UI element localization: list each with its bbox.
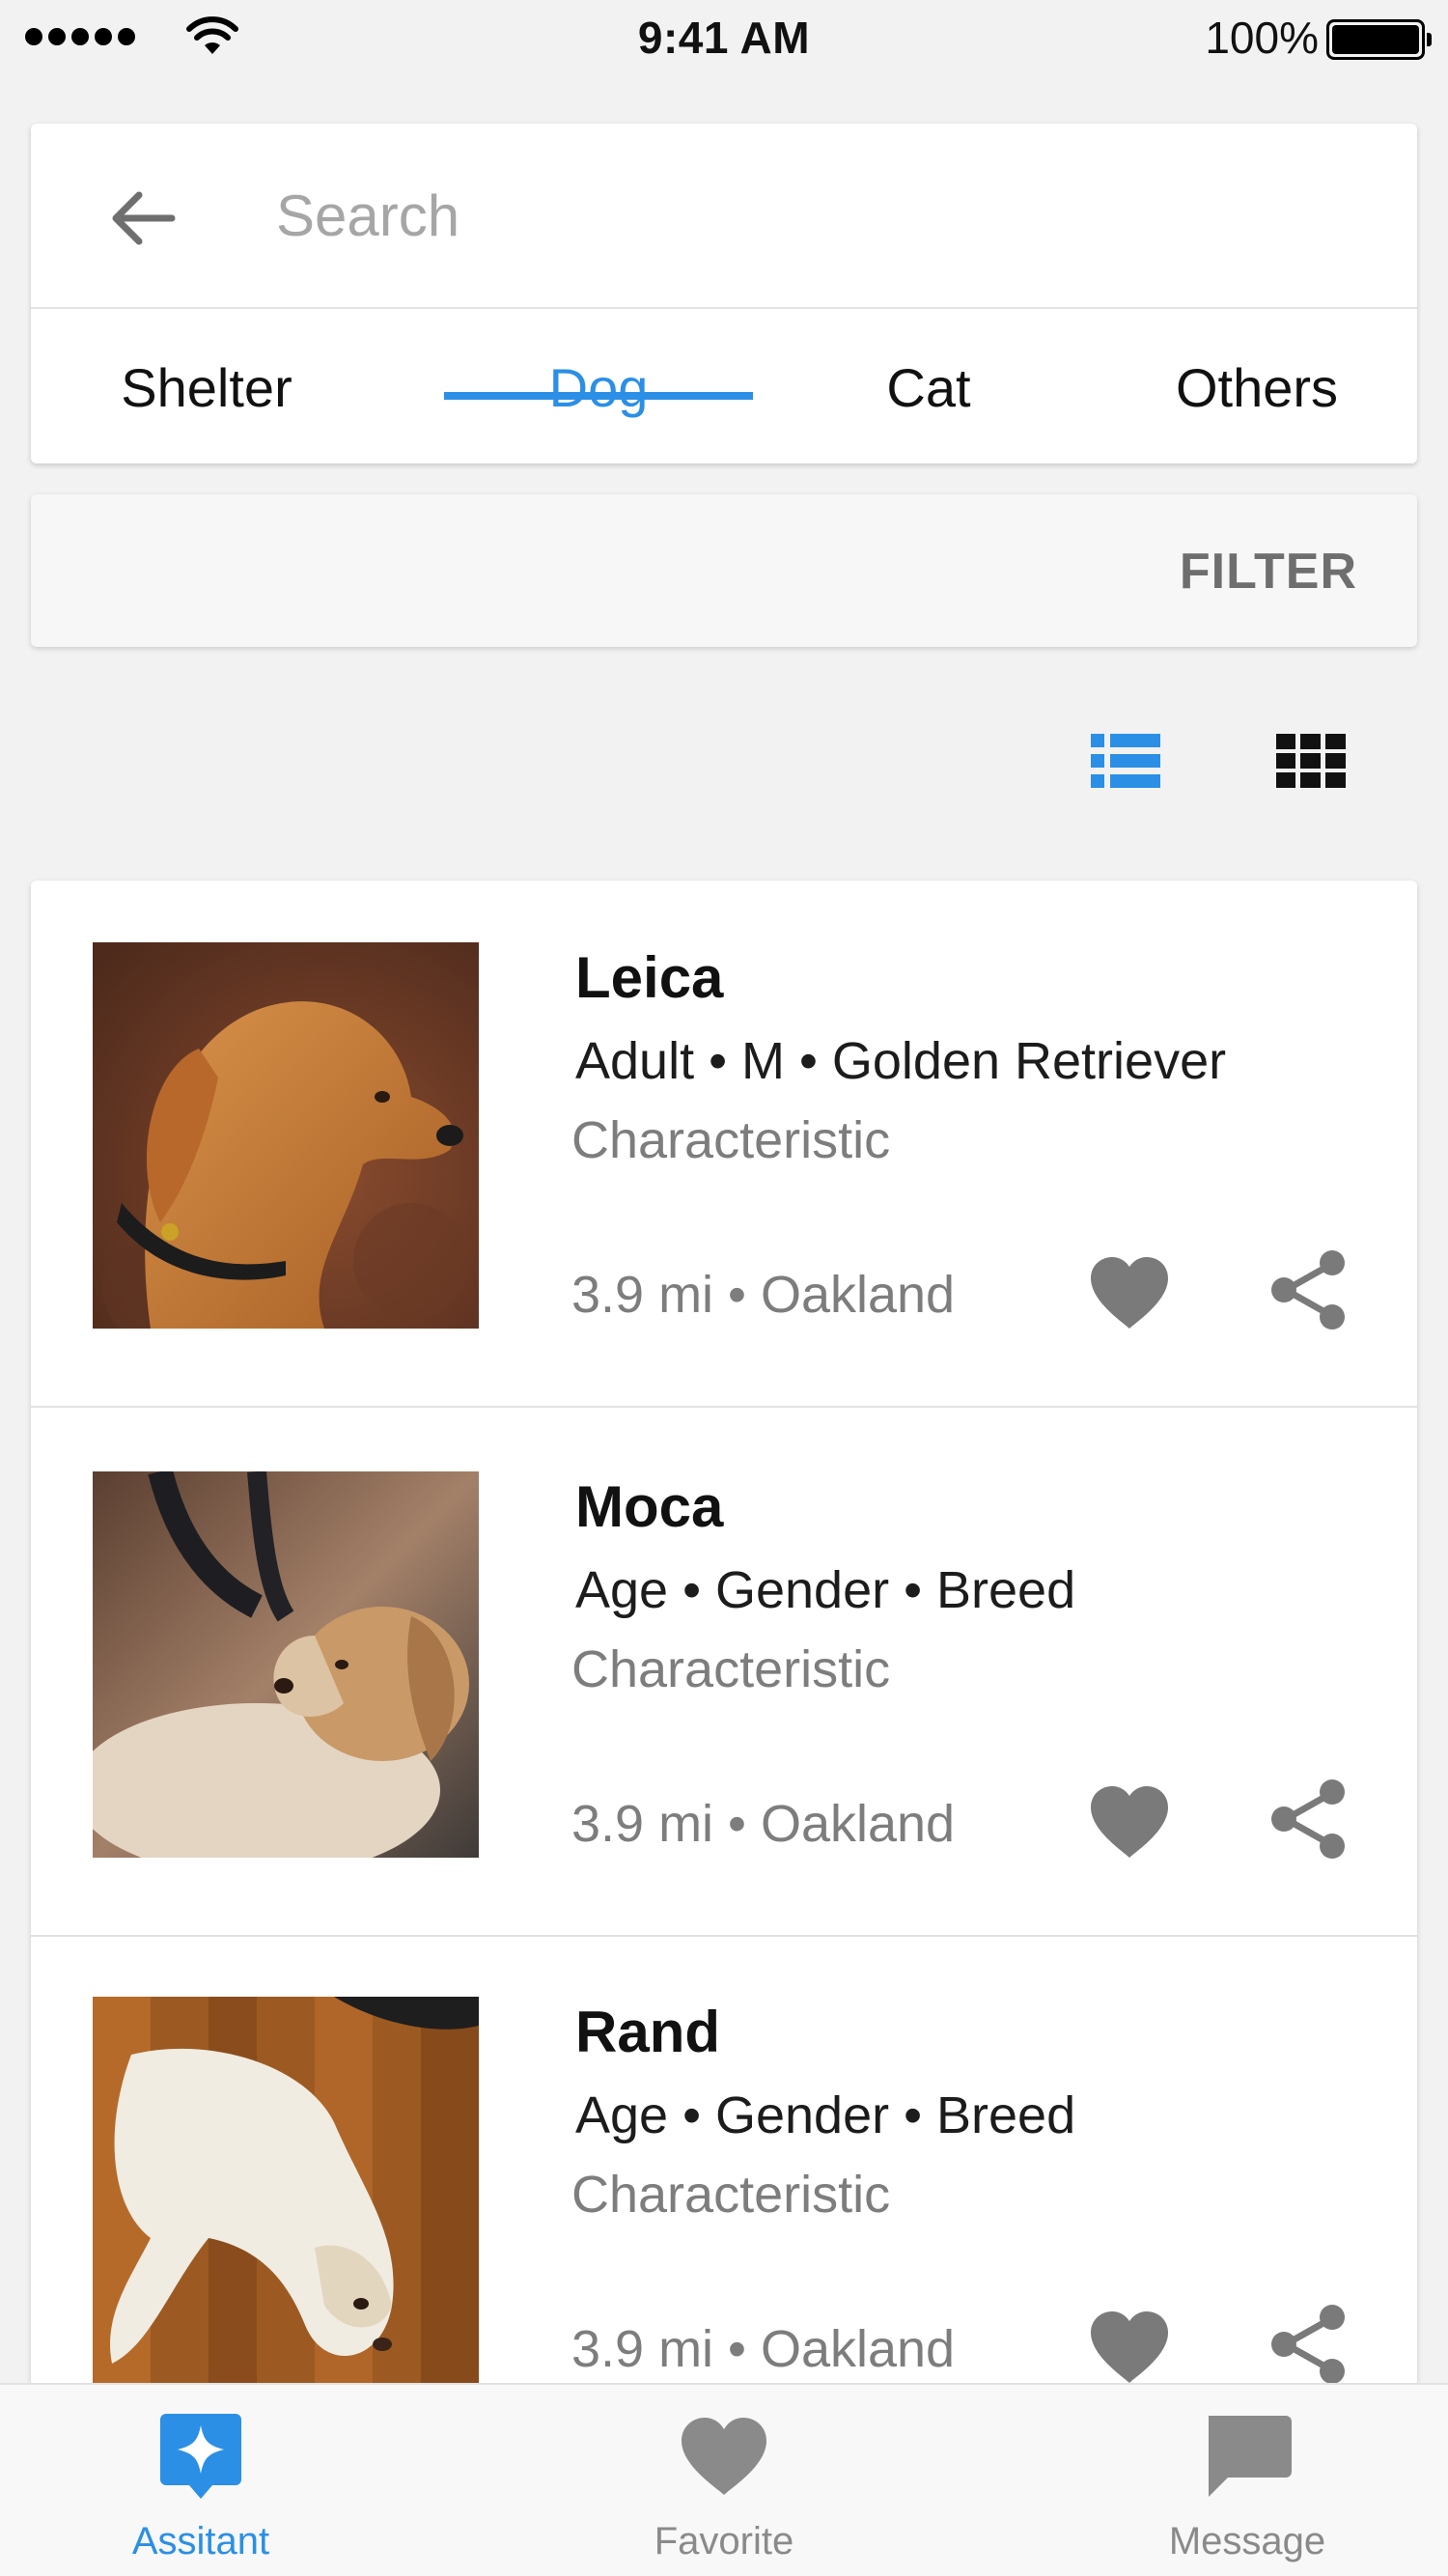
nav-assistant[interactable]: Assitant xyxy=(56,2385,346,2576)
search-card: Shelter Dog Cat Others xyxy=(31,124,1417,463)
list-item[interactable]: Leica Adult • M • Golden Retriever Chara… xyxy=(31,881,1417,1408)
pet-characteristic: Characteristic xyxy=(571,1640,891,1698)
share-icon[interactable] xyxy=(1263,1244,1355,1336)
bottom-navigation: Assitant Favorite Message xyxy=(0,2383,1448,2576)
pet-photo xyxy=(93,1471,479,1858)
list-item[interactable]: Rand Age • Gender • Breed Characteristic… xyxy=(31,1935,1417,2425)
heart-icon[interactable] xyxy=(1085,1778,1174,1867)
grid-view-icon[interactable] xyxy=(1276,732,1346,790)
share-icon[interactable] xyxy=(1263,1773,1355,1865)
nav-favorite[interactable]: Favorite xyxy=(579,2385,869,2576)
share-icon[interactable] xyxy=(1263,2298,1355,2391)
nav-label: Assitant xyxy=(131,2520,270,2562)
filter-bar: FILTER xyxy=(31,494,1417,647)
battery-icon xyxy=(1326,19,1432,60)
search-row xyxy=(31,124,1417,309)
message-icon xyxy=(1209,2416,1292,2497)
nav-label: Message xyxy=(1168,2520,1326,2562)
battery-percentage: 100% xyxy=(1205,13,1319,63)
tab-shelter[interactable]: Shelter xyxy=(52,311,361,463)
nav-label: Favorite xyxy=(654,2520,794,2562)
active-tab-indicator xyxy=(444,392,753,400)
status-bar: 9:41 AM 100% xyxy=(0,0,1448,77)
pet-info: Age • Gender • Breed xyxy=(575,2086,1076,2144)
pet-characteristic: Characteristic xyxy=(571,1111,891,1169)
pet-name: Rand xyxy=(575,2000,720,2064)
heart-icon xyxy=(682,2418,766,2495)
tab-others[interactable]: Others xyxy=(1093,311,1421,463)
pet-location: 3.9 mi • Oakland xyxy=(571,2320,956,2378)
pet-photo xyxy=(93,942,479,1329)
nav-message[interactable]: Message xyxy=(1102,2385,1392,2576)
category-tabs: Shelter Dog Cat Others xyxy=(31,311,1417,463)
pet-photo xyxy=(93,1997,479,2383)
app-screen: 9:41 AM 100% Shelter Dog Cat Others FILT… xyxy=(0,0,1448,2576)
arrow-left-icon[interactable] xyxy=(104,180,181,257)
heart-icon[interactable] xyxy=(1085,1249,1174,1338)
assistant-sparkle-icon xyxy=(160,2414,241,2499)
pet-characteristic: Characteristic xyxy=(571,2166,891,2224)
pet-location: 3.9 mi • Oakland xyxy=(571,1266,956,1324)
pet-info: Age • Gender • Breed xyxy=(575,1561,1076,1619)
tab-dog[interactable]: Dog xyxy=(444,311,753,463)
pet-info: Adult • M • Golden Retriever xyxy=(575,1032,1227,1090)
filter-button[interactable]: FILTER xyxy=(1180,543,1357,601)
pet-name: Leica xyxy=(575,945,724,1010)
search-input[interactable] xyxy=(276,162,1338,268)
list-view-icon[interactable] xyxy=(1091,732,1160,790)
pet-name: Moca xyxy=(575,1474,724,1539)
list-item[interactable]: Moca Age • Gender • Breed Characteristic… xyxy=(31,1410,1417,1937)
heart-icon[interactable] xyxy=(1085,2304,1174,2393)
pet-location: 3.9 mi • Oakland xyxy=(571,1795,956,1853)
pet-list: Leica Adult • M • Golden Retriever Chara… xyxy=(31,881,1417,2425)
tab-cat[interactable]: Cat xyxy=(774,311,1083,463)
